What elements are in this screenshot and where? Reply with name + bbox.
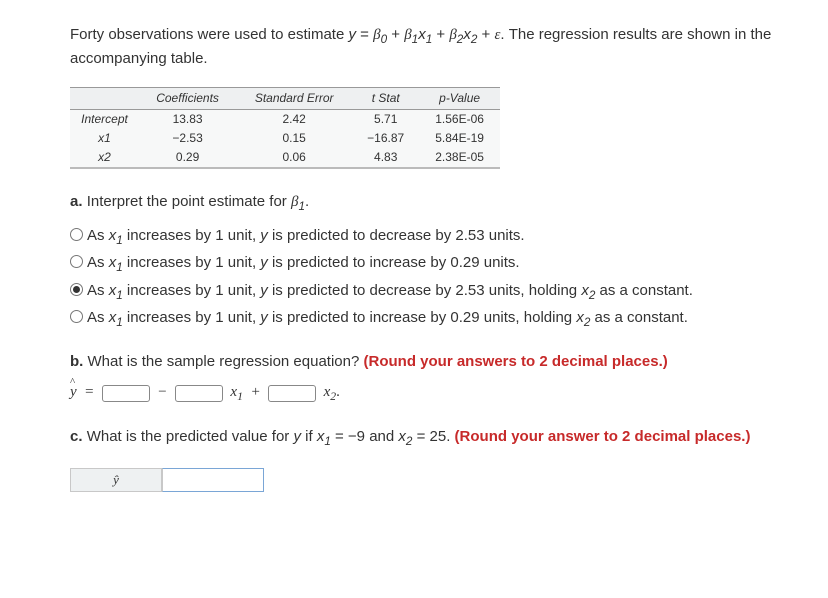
- option-row-0[interactable]: As x1 increases by 1 unit, y is predicte…: [70, 225, 828, 249]
- qa-label: a.: [70, 193, 83, 210]
- th-pval: p-Value: [419, 88, 500, 110]
- question-a: a. Interpret the point estimate for β1.: [70, 191, 828, 215]
- row1-tstat: −16.87: [352, 129, 419, 148]
- options-group: As x1 increases by 1 unit, y is predicte…: [70, 225, 828, 332]
- final-yhat-label: ŷ: [70, 468, 162, 492]
- eq-x2: x: [463, 26, 471, 43]
- row1-coef: −2.53: [139, 129, 236, 148]
- eq-plus3: +: [482, 26, 495, 43]
- row2-coef: 0.29: [139, 148, 236, 168]
- th-tstat: t Stat: [352, 88, 419, 110]
- th-se: Standard Error: [236, 88, 352, 110]
- table-row: x1 −2.53 0.15 −16.87 5.84E-19: [70, 129, 500, 148]
- eq-input-b1[interactable]: [175, 385, 223, 402]
- eq-b0-sub: 0: [381, 33, 388, 46]
- eq-x1: x: [418, 26, 426, 43]
- eq-dot: .: [336, 384, 340, 400]
- qc-x2: x: [398, 428, 406, 445]
- regression-table: Coefficients Standard Error t Stat p-Val…: [70, 87, 500, 168]
- eq-x1s: 1: [237, 390, 243, 403]
- row0-pval: 1.56E-06: [419, 110, 500, 129]
- option-row-3[interactable]: As x1 increases by 1 unit, y is predicte…: [70, 307, 828, 331]
- row2-pval: 2.38E-05: [419, 148, 500, 168]
- qb-text: What is the sample regression equation?: [88, 353, 364, 370]
- eq-input-intercept[interactable]: [102, 385, 150, 402]
- option-label: As x1 increases by 1 unit, y is predicte…: [87, 252, 520, 276]
- eq-b0: β: [373, 27, 380, 43]
- question-c: c. What is the predicted value for y if …: [70, 426, 810, 450]
- radio-icon[interactable]: [70, 255, 83, 268]
- row2-se: 0.06: [236, 148, 352, 168]
- prompt-part1: Forty observations were used to estimate: [70, 26, 348, 43]
- qa-text: Interpret the point estimate for: [87, 193, 291, 210]
- qb-hint: (Round your answers to 2 decimal places.…: [364, 353, 668, 370]
- eq-x2-sub: 2: [471, 33, 478, 46]
- option-row-1[interactable]: As x1 increases by 1 unit, y is predicte…: [70, 252, 828, 276]
- qc-if: if: [305, 428, 317, 445]
- yhat-symbol: y: [70, 384, 77, 400]
- question-b: b. What is the sample regression equatio…: [70, 351, 828, 372]
- eq-eq: =: [360, 26, 373, 43]
- final-yhat-input[interactable]: [162, 468, 264, 492]
- radio-icon[interactable]: [70, 283, 83, 296]
- radio-icon[interactable]: [70, 228, 83, 241]
- row1-label: x1: [70, 129, 139, 148]
- prompt-text: Forty observations were used to estimate…: [70, 24, 800, 69]
- row2-label: x2: [70, 148, 139, 168]
- eq-b2: β: [449, 27, 456, 43]
- eq-x1-sub: 1: [426, 33, 433, 46]
- eq-minus: −: [157, 384, 167, 400]
- row1-se: 0.15: [236, 129, 352, 148]
- qc-eq1: = −9 and: [335, 428, 398, 445]
- table-row: Intercept 13.83 2.42 5.71 1.56E-06: [70, 110, 500, 129]
- row0-se: 2.42: [236, 110, 352, 129]
- option-row-2[interactable]: As x1 increases by 1 unit, y is predicte…: [70, 280, 828, 304]
- row0-label: Intercept: [70, 110, 139, 129]
- option-label: As x1 increases by 1 unit, y is predicte…: [87, 307, 688, 331]
- eq-sign: =: [84, 384, 94, 400]
- option-label: As x1 increases by 1 unit, y is predicte…: [87, 225, 525, 249]
- row0-coef: 13.83: [139, 110, 236, 129]
- eq-plus1: +: [391, 26, 404, 43]
- th-blank: [70, 88, 139, 110]
- qb-label: b.: [70, 353, 83, 370]
- option-label: As x1 increases by 1 unit, y is predicte…: [87, 280, 693, 304]
- final-answer-row: ŷ: [70, 468, 828, 492]
- eq-y: y: [348, 26, 356, 43]
- eq-plus2: +: [436, 26, 449, 43]
- eq-b1: β: [404, 27, 411, 43]
- qa-dot: .: [305, 193, 309, 210]
- row1-pval: 5.84E-19: [419, 129, 500, 148]
- qc-hint: (Round your answer to 2 decimal places.): [455, 428, 751, 445]
- row0-tstat: 5.71: [352, 110, 419, 129]
- qc-eq2: = 25.: [417, 428, 455, 445]
- qc-label: c.: [70, 428, 83, 445]
- eq-plus: +: [250, 384, 260, 400]
- table-row: x2 0.29 0.06 4.83 2.38E-05: [70, 148, 500, 168]
- radio-icon[interactable]: [70, 310, 83, 323]
- th-coef: Coefficients: [139, 88, 236, 110]
- qc-text1: What is the predicted value for: [87, 428, 294, 445]
- qc-y: y: [293, 428, 301, 445]
- row2-tstat: 4.83: [352, 148, 419, 168]
- qc-x2s: 2: [406, 435, 413, 448]
- equation-row: y = − x1 + x2.: [70, 382, 828, 405]
- qc-x1s: 1: [324, 435, 331, 448]
- eq-input-b2[interactable]: [268, 385, 316, 402]
